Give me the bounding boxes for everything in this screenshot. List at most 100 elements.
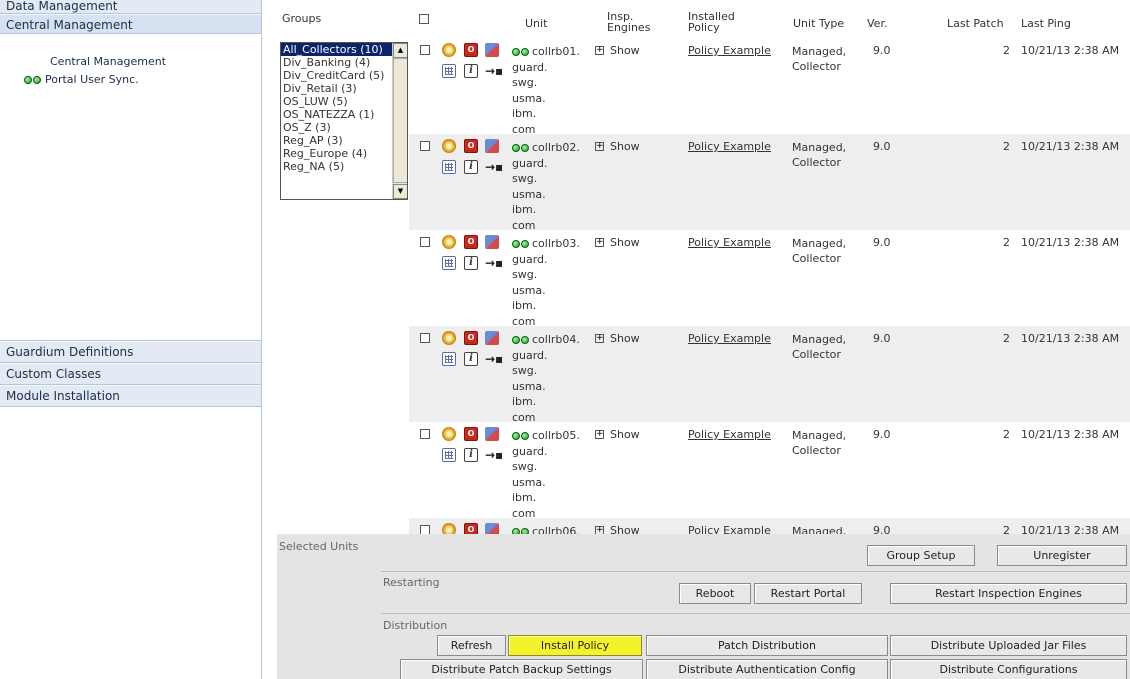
unit-name-line: guard. <box>512 156 548 170</box>
stop-icon[interactable]: O <box>464 139 478 153</box>
info-icon[interactable]: i <box>464 64 478 78</box>
group-option[interactable]: Reg_AP (3) <box>281 134 392 147</box>
group-option[interactable]: Div_Retail (3) <box>281 82 392 95</box>
select-all-checkbox[interactable] <box>419 14 429 24</box>
row-checkbox[interactable] <box>420 525 430 534</box>
scroll-up-icon[interactable]: ▲ <box>393 43 407 58</box>
distribute-configurations-button[interactable]: Distribute Configurations <box>890 659 1127 679</box>
distribute-authentication-config-button[interactable]: Distribute Authentication Config <box>646 659 888 679</box>
scroll-down-icon[interactable]: ▼ <box>393 184 407 199</box>
group-option[interactable]: OS_LUW (5) <box>281 95 392 108</box>
gear-icon[interactable] <box>442 139 456 153</box>
chart-icon[interactable] <box>485 523 499 534</box>
gear-icon[interactable] <box>442 331 456 345</box>
last-ping: 10/21/13 2:38 AM <box>1021 44 1120 57</box>
nav-module-installation[interactable]: Module Installation <box>0 385 261 407</box>
expand-plus-icon[interactable]: + <box>595 142 604 151</box>
info-icon[interactable]: i <box>464 160 478 174</box>
row-checkbox[interactable] <box>420 45 430 55</box>
nav-data-management[interactable]: Data Management <box>0 0 261 14</box>
status-dot-icon <box>521 144 529 152</box>
reboot-button[interactable]: Reboot <box>679 583 751 604</box>
expand-plus-icon[interactable]: + <box>595 238 604 247</box>
restart-inspection-engines-button[interactable]: Restart Inspection Engines <box>890 583 1127 604</box>
show-engines-toggle[interactable]: + Show <box>595 524 640 534</box>
status-dot-icon <box>521 432 529 440</box>
group-option[interactable]: Div_Banking (4) <box>281 56 392 69</box>
patch-distribution-button[interactable]: Patch Distribution <box>646 635 888 656</box>
scroll-thumb[interactable] <box>393 58 407 183</box>
nav-custom-classes[interactable]: Custom Classes <box>0 363 261 385</box>
stop-icon[interactable]: O <box>464 427 478 441</box>
group-setup-button[interactable]: Group Setup <box>867 545 975 566</box>
policy-link[interactable]: Policy Example <box>688 332 771 345</box>
expand-plus-icon[interactable]: + <box>595 46 604 55</box>
grid-icon[interactable] <box>442 352 456 366</box>
group-option[interactable]: All_Collectors (10) <box>281 43 392 56</box>
policy-link[interactable]: Policy Example <box>688 428 771 441</box>
expand-plus-icon[interactable]: + <box>595 334 604 343</box>
row-checkbox[interactable] <box>420 141 430 151</box>
gear-icon[interactable] <box>442 427 456 441</box>
chart-icon[interactable] <box>485 43 499 57</box>
info-icon[interactable]: i <box>464 448 478 462</box>
stop-icon[interactable]: O <box>464 331 478 345</box>
groups-list: All_Collectors (10) Div_Banking (4) Div_Cr… <box>281 43 392 199</box>
row-checkbox[interactable] <box>420 333 430 343</box>
arrow-connect-icon[interactable]: →▪ <box>485 64 503 78</box>
gear-icon[interactable] <box>442 235 456 249</box>
nav-sub-central-management[interactable]: Central Management <box>50 55 166 68</box>
arrow-connect-icon[interactable]: →▪ <box>485 352 503 366</box>
expand-plus-icon[interactable]: + <box>595 430 604 439</box>
restarting-label: Restarting <box>383 576 440 589</box>
stop-icon[interactable]: O <box>464 523 478 534</box>
last-ping: 10/21/13 2:38 AM <box>1021 524 1120 534</box>
info-icon[interactable]: i <box>464 352 478 366</box>
install-policy-button[interactable]: Install Policy <box>508 635 642 656</box>
nav-guardium-definitions[interactable]: Guardium Definitions <box>0 341 261 363</box>
chart-icon[interactable] <box>485 139 499 153</box>
info-icon[interactable]: i <box>464 256 478 270</box>
group-option[interactable]: OS_NATEZZA (1) <box>281 108 392 121</box>
arrow-connect-icon[interactable]: →▪ <box>485 160 503 174</box>
group-option[interactable]: Reg_Europe (4) <box>281 147 392 160</box>
show-engines-toggle[interactable]: + Show <box>595 236 640 249</box>
show-engines-toggle[interactable]: + Show <box>595 332 640 345</box>
row-checkbox[interactable] <box>420 429 430 439</box>
unregister-button[interactable]: Unregister <box>997 545 1127 566</box>
stop-icon[interactable]: O <box>464 43 478 57</box>
restart-portal-button[interactable]: Restart Portal <box>754 583 862 604</box>
policy-link[interactable]: Policy Example <box>688 236 771 249</box>
arrow-connect-icon[interactable]: →▪ <box>485 256 503 270</box>
chart-icon[interactable] <box>485 427 499 441</box>
distribute-uploaded-jar-files-button[interactable]: Distribute Uploaded Jar Files <box>890 635 1127 656</box>
group-option[interactable]: OS_Z (3) <box>281 121 392 134</box>
row-checkbox[interactable] <box>420 237 430 247</box>
grid-icon[interactable] <box>442 64 456 78</box>
show-engines-toggle[interactable]: + Show <box>595 428 640 441</box>
group-option[interactable]: Div_CreditCard (5) <box>281 69 392 82</box>
expand-plus-icon[interactable]: + <box>595 526 604 534</box>
grid-icon[interactable] <box>442 256 456 270</box>
show-engines-toggle[interactable]: + Show <box>595 44 640 57</box>
distribute-patch-backup-settings-button[interactable]: Distribute Patch Backup Settings <box>400 659 643 679</box>
groups-listbox[interactable]: All_Collectors (10) Div_Banking (4) Div_Cr… <box>280 42 408 200</box>
policy-link[interactable]: Policy Example <box>688 140 771 153</box>
gear-icon[interactable] <box>442 523 456 534</box>
nav-central-management[interactable]: Central Management <box>0 14 261 34</box>
arrow-connect-icon[interactable]: →▪ <box>485 448 503 462</box>
status-dot-icon <box>512 240 520 248</box>
policy-link[interactable]: Policy Example <box>688 524 771 534</box>
gear-icon[interactable] <box>442 43 456 57</box>
chart-icon[interactable] <box>485 235 499 249</box>
grid-icon[interactable] <box>442 160 456 174</box>
grid-icon[interactable] <box>442 448 456 462</box>
group-option[interactable]: Reg_NA (5) <box>281 160 392 173</box>
nav-portal-user-sync[interactable]: Portal User Sync. <box>24 73 139 86</box>
policy-link[interactable]: Policy Example <box>688 44 771 57</box>
groups-scrollbar[interactable]: ▲ ▼ <box>392 43 407 199</box>
stop-icon[interactable]: O <box>464 235 478 249</box>
refresh-button[interactable]: Refresh <box>437 635 506 656</box>
chart-icon[interactable] <box>485 331 499 345</box>
show-engines-toggle[interactable]: + Show <box>595 140 640 153</box>
